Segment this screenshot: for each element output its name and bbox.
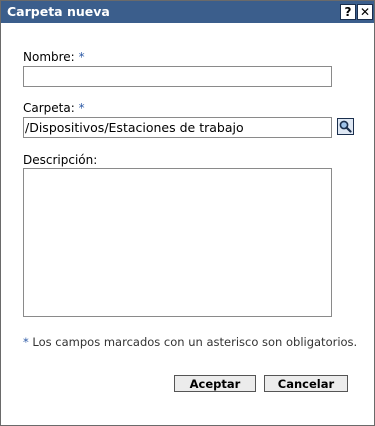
folder-input[interactable] bbox=[23, 117, 332, 138]
required-note-marker: * bbox=[23, 335, 29, 349]
help-icon: ? bbox=[344, 5, 352, 19]
title-bar: Carpeta nueva ? ✕ bbox=[1, 1, 374, 23]
name-label: Nombre: bbox=[23, 50, 75, 64]
required-note-text: Los campos marcados con un asterisco son… bbox=[32, 335, 358, 349]
close-button[interactable]: ✕ bbox=[357, 4, 373, 20]
name-input[interactable] bbox=[23, 66, 332, 87]
folder-label-row: Carpeta: * bbox=[23, 101, 85, 115]
required-fields-note: * Los campos marcados con un asterisco s… bbox=[23, 335, 357, 349]
description-textarea[interactable] bbox=[23, 168, 332, 317]
dialog-title: Carpeta nueva bbox=[7, 4, 110, 19]
name-label-row: Nombre: * bbox=[23, 50, 85, 64]
browse-folder-button[interactable] bbox=[337, 118, 354, 135]
help-button[interactable]: ? bbox=[340, 4, 356, 20]
folder-label: Carpeta: bbox=[23, 101, 75, 115]
accept-button[interactable]: Aceptar bbox=[174, 375, 256, 392]
description-label: Descripción: bbox=[23, 153, 98, 167]
name-required-marker: * bbox=[78, 50, 85, 64]
close-icon: ✕ bbox=[359, 5, 371, 19]
search-icon bbox=[339, 120, 352, 133]
cancel-button[interactable]: Cancelar bbox=[264, 375, 348, 392]
new-folder-dialog: Carpeta nueva ? ✕ Nombre: * Carpeta: * D… bbox=[0, 0, 375, 426]
folder-required-marker: * bbox=[78, 101, 85, 115]
